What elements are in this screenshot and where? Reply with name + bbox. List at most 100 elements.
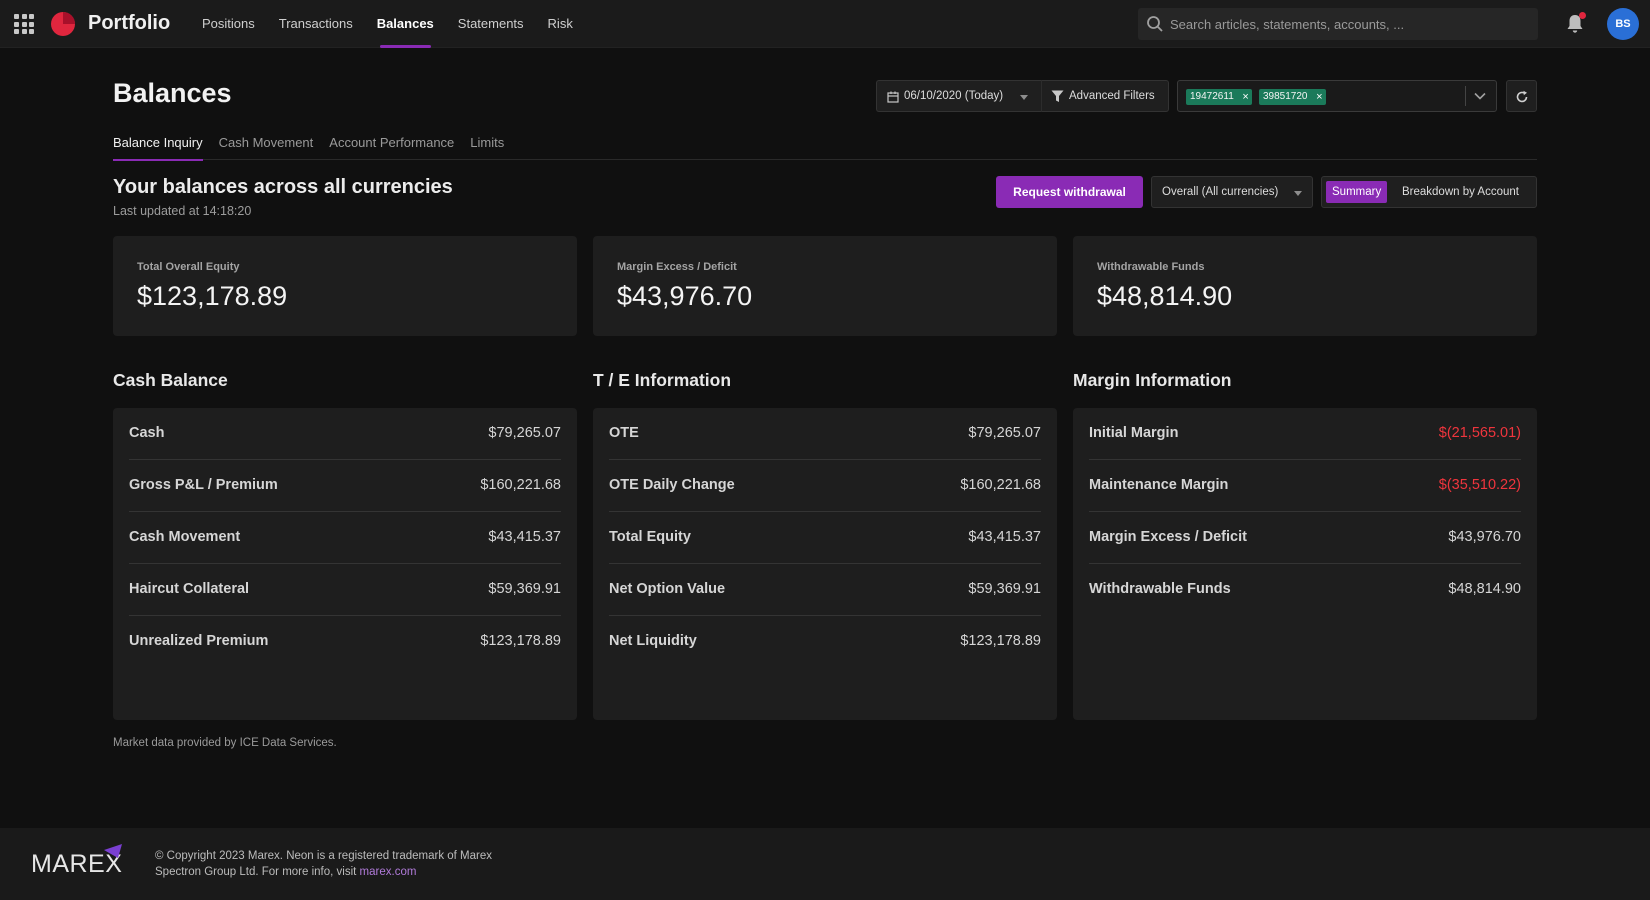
request-withdrawal-button[interactable]: Request withdrawal xyxy=(996,176,1143,208)
section-title: Your balances across all currencies xyxy=(113,176,453,198)
date-caret-icon xyxy=(1020,95,1028,100)
row-label: Total Equity xyxy=(609,529,691,545)
cash-balance-title: Cash Balance xyxy=(113,370,228,390)
row-value: $43,976.70 xyxy=(1448,529,1521,545)
table-row: Withdrawable Funds $48,814.90 xyxy=(1089,564,1521,616)
toggle-breakdown-by-account[interactable]: Breakdown by Account xyxy=(1396,181,1525,203)
row-label: OTE xyxy=(609,425,639,441)
account-chip-label: 19472611 xyxy=(1190,91,1234,102)
filter-funnel-icon xyxy=(1051,90,1064,102)
row-label: Gross P&L / Premium xyxy=(129,477,278,493)
row-value: $48,814.90 xyxy=(1448,581,1521,597)
refresh-button[interactable] xyxy=(1506,80,1537,112)
row-value: $43,415.37 xyxy=(488,529,561,545)
remove-chip-icon[interactable]: × xyxy=(1316,89,1322,105)
row-value: $59,369.91 xyxy=(488,581,561,597)
summary-value: $43,976.70 xyxy=(617,281,753,311)
summary-card-withdrawable-funds: Withdrawable Funds $48,814.90 xyxy=(1073,236,1537,336)
row-label: Haircut Collateral xyxy=(129,581,250,597)
nav-balances[interactable]: Balances xyxy=(365,0,446,48)
nav-risk[interactable]: Risk xyxy=(536,0,585,48)
table-row: Haircut Collateral $59,369.91 xyxy=(129,564,561,616)
table-row: Net Option Value $59,369.91 xyxy=(609,564,1041,616)
table-row: Cash Movement $43,415.37 xyxy=(129,512,561,564)
top-navigation-bar: Portfolio Positions Transactions Balance… xyxy=(0,0,1650,48)
select-divider xyxy=(1465,86,1466,106)
market-data-note: Market data provided by ICE Data Service… xyxy=(113,737,337,749)
table-row: OTE Daily Change $160,221.68 xyxy=(609,460,1041,512)
row-value: $123,178.89 xyxy=(960,633,1041,649)
search-icon xyxy=(1147,16,1163,32)
row-value: $(21,565.01) xyxy=(1438,425,1521,441)
margin-information-panel: Initial Margin $(21,565.01) Maintenance … xyxy=(1073,408,1537,720)
summary-label: Total Overall Equity xyxy=(137,261,240,273)
search-input[interactable] xyxy=(1170,8,1530,40)
te-information-panel: OTE $79,265.07 OTE Daily Change $160,221… xyxy=(593,408,1057,720)
last-updated: Last updated at 14:18:20 xyxy=(113,204,252,218)
marex-logo: MAREX xyxy=(31,844,122,876)
row-label: Unrealized Premium xyxy=(129,633,269,649)
svg-text:MAREX: MAREX xyxy=(31,850,122,876)
account-chip: 19472611 × xyxy=(1186,89,1252,105)
copyright-body: © Copyright 2023 Marex. Neon is a regist… xyxy=(155,850,493,878)
table-row: Gross P&L / Premium $160,221.68 xyxy=(129,460,561,512)
nav-transactions[interactable]: Transactions xyxy=(267,0,365,48)
marex-link[interactable]: marex.com xyxy=(360,866,417,878)
toggle-summary[interactable]: Summary xyxy=(1326,181,1388,203)
table-row: Margin Excess / Deficit $43,976.70 xyxy=(1089,512,1521,564)
currency-caret-icon xyxy=(1294,191,1302,196)
chevron-down-icon[interactable] xyxy=(1473,89,1487,103)
table-row: Cash $79,265.07 xyxy=(129,408,561,460)
table-row: Net Liquidity $123,178.89 xyxy=(609,616,1041,668)
row-value: $59,369.91 xyxy=(968,581,1041,597)
refresh-icon xyxy=(1516,90,1528,103)
row-label: Maintenance Margin xyxy=(1089,477,1229,493)
tab-limits[interactable]: Limits xyxy=(470,124,504,160)
notification-dot xyxy=(1579,12,1586,19)
row-value: $160,221.68 xyxy=(960,477,1041,493)
tab-account-performance[interactable]: Account Performance xyxy=(329,124,454,160)
table-row: Total Equity $43,415.37 xyxy=(609,512,1041,564)
account-chip-label: 39851720 xyxy=(1263,91,1308,102)
tab-cash-movement[interactable]: Cash Movement xyxy=(219,124,314,160)
currency-select[interactable]: Overall (All currencies) xyxy=(1151,176,1313,208)
portfolio-logo-icon[interactable] xyxy=(50,11,76,37)
remove-chip-icon[interactable]: × xyxy=(1242,89,1248,105)
row-value: $(35,510.22) xyxy=(1438,477,1521,493)
row-value: $79,265.07 xyxy=(968,425,1041,441)
nav-statements[interactable]: Statements xyxy=(446,0,536,48)
cash-balance-panel: Cash $79,265.07 Gross P&L / Premium $160… xyxy=(113,408,577,720)
date-picker[interactable]: 06/10/2020 (Today) xyxy=(876,80,1041,112)
tab-balance-inquiry[interactable]: Balance Inquiry xyxy=(113,124,203,161)
row-label: Initial Margin xyxy=(1089,425,1179,441)
te-information-title: T / E Information xyxy=(593,370,732,390)
view-toggle: Summary Breakdown by Account xyxy=(1321,176,1537,208)
summary-value: $48,814.90 xyxy=(1097,281,1233,311)
account-chip: 39851720 × xyxy=(1259,89,1326,105)
advanced-filters-button[interactable]: Advanced Filters xyxy=(1041,80,1169,112)
calendar-icon xyxy=(887,91,899,103)
row-value: $123,178.89 xyxy=(480,633,561,649)
table-row: Maintenance Margin $(35,510.22) xyxy=(1089,460,1521,512)
main-nav: Positions Transactions Balances Statemen… xyxy=(190,0,585,48)
page-title: Balances xyxy=(113,78,232,108)
advanced-filters-label: Advanced Filters xyxy=(1069,90,1155,102)
nav-positions[interactable]: Positions xyxy=(190,0,267,48)
balance-tabs: Balance Inquiry Cash Movement Account Pe… xyxy=(113,124,1537,161)
footer: MAREX © Copyright 2023 Marex. Neon is a … xyxy=(0,828,1650,900)
app-name[interactable]: Portfolio xyxy=(88,12,170,35)
table-row: OTE $79,265.07 xyxy=(609,408,1041,460)
user-avatar[interactable]: BS xyxy=(1607,8,1639,40)
row-value: $160,221.68 xyxy=(480,477,561,493)
currency-value: Overall (All currencies) xyxy=(1162,186,1279,198)
margin-information-title: Margin Information xyxy=(1073,370,1232,390)
row-label: Net Option Value xyxy=(609,581,726,597)
search-box xyxy=(1138,8,1538,40)
app-launcher-grid-icon[interactable] xyxy=(14,14,34,34)
summary-value: $123,178.89 xyxy=(137,281,288,311)
summary-label: Margin Excess / Deficit xyxy=(617,261,737,273)
account-multiselect[interactable]: 19472611 × 39851720 × xyxy=(1177,80,1497,112)
row-label: Withdrawable Funds xyxy=(1089,581,1231,597)
table-row: Initial Margin $(21,565.01) xyxy=(1089,408,1521,460)
row-label: Margin Excess / Deficit xyxy=(1089,529,1247,545)
